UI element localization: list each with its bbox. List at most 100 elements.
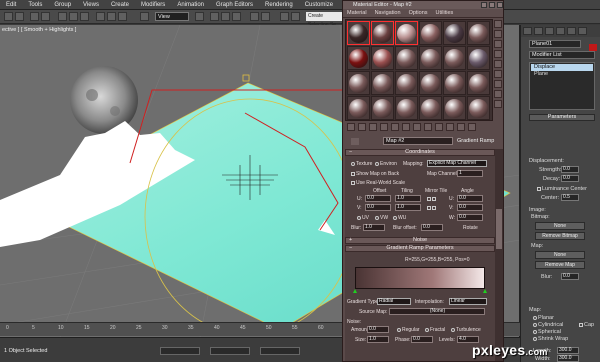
checkbox-box[interactable] xyxy=(432,205,436,210)
stack-item-plane[interactable]: Plane xyxy=(531,71,593,78)
map-name-field[interactable]: Map #2 xyxy=(383,137,453,145)
luminance-center-checkbox[interactable]: Luminance Center xyxy=(537,186,587,192)
create-tab-icon[interactable] xyxy=(523,27,532,35)
w-angle-spinner[interactable]: 0.0 xyxy=(457,214,483,221)
display-tab-icon[interactable] xyxy=(567,27,576,35)
menu-item[interactable]: Modifiers xyxy=(135,2,171,8)
align-icon[interactable] xyxy=(261,12,270,21)
reset-map-icon[interactable] xyxy=(380,123,388,131)
menu-item[interactable]: Create xyxy=(105,2,135,8)
uv-radio[interactable]: UV xyxy=(357,215,369,221)
y-coordinate-field[interactable] xyxy=(210,347,250,355)
u-mirror-checkbox[interactable] xyxy=(427,196,437,202)
put-to-library-icon[interactable] xyxy=(413,123,421,131)
material-navigator-icon[interactable] xyxy=(494,100,502,108)
use-real-world-scale-checkbox[interactable]: Use Real-World Scale xyxy=(351,180,405,186)
map-channel-spinner[interactable]: 1 xyxy=(457,170,483,177)
map-none-button[interactable]: None xyxy=(535,251,585,259)
sample-slot[interactable] xyxy=(395,21,418,45)
menu-item[interactable]: Views xyxy=(77,2,105,8)
modify-tab-icon[interactable] xyxy=(534,27,543,35)
go-forward-sibling-icon[interactable] xyxy=(468,123,476,131)
sample-slot[interactable] xyxy=(419,21,442,45)
maximize-icon[interactable] xyxy=(489,2,495,8)
pick-material-icon[interactable] xyxy=(351,138,359,145)
me-menu-item[interactable]: Material xyxy=(343,10,371,16)
go-to-parent-icon[interactable] xyxy=(457,123,465,131)
sample-slot[interactable] xyxy=(347,71,370,95)
cap-checkbox[interactable]: Cap xyxy=(579,322,594,328)
checkbox-box[interactable] xyxy=(579,322,583,327)
radio-dot[interactable] xyxy=(533,315,537,320)
sample-slot[interactable] xyxy=(467,96,490,120)
size-spinner[interactable]: 1.0 xyxy=(367,336,389,343)
sample-slot[interactable] xyxy=(467,21,490,45)
show-end-result-icon[interactable] xyxy=(446,123,454,131)
menu-item[interactable]: Group xyxy=(48,2,77,8)
material-editor-titlebar[interactable]: Material Editor - Map #2 xyxy=(343,1,503,9)
reference-coord-icon[interactable] xyxy=(140,12,149,21)
wu-radio[interactable]: WU xyxy=(393,215,406,221)
sample-type-icon[interactable] xyxy=(494,20,502,28)
radio-dot[interactable] xyxy=(533,336,537,341)
modifier-list-dropdown[interactable]: Modifier List xyxy=(529,51,595,59)
blur-spinner[interactable]: 0.0 xyxy=(561,273,579,280)
sample-slot[interactable] xyxy=(371,71,394,95)
select-by-name-icon[interactable] xyxy=(69,12,78,21)
put-to-scene-icon[interactable] xyxy=(358,123,366,131)
remove-map-button[interactable]: Remove Map xyxy=(535,261,585,269)
menu-item[interactable]: Graph Editors xyxy=(210,2,259,8)
radio-dot[interactable] xyxy=(533,329,537,334)
hierarchy-tab-icon[interactable] xyxy=(545,27,554,35)
object-name-field[interactable]: Plane01 xyxy=(529,40,581,48)
make-unique-icon[interactable] xyxy=(402,123,410,131)
checkbox-box[interactable] xyxy=(427,205,431,210)
rotate-icon[interactable] xyxy=(107,12,116,21)
gradient-ramp-bar[interactable] xyxy=(355,267,485,289)
minimize-icon[interactable] xyxy=(481,2,487,8)
checkbox-box[interactable] xyxy=(351,180,355,185)
source-map-button[interactable]: (None) xyxy=(389,308,485,315)
bitmap-none-button[interactable]: None xyxy=(535,222,585,230)
radio-dot[interactable] xyxy=(393,215,397,220)
gradient-type-dropdown[interactable]: Radial xyxy=(377,298,411,305)
v-tiling-spinner[interactable]: 1.0 xyxy=(395,204,421,211)
blur-offset-spinner[interactable]: 0.0 xyxy=(421,224,443,231)
phase-spinner[interactable]: 0.0 xyxy=(411,336,433,343)
region-select-icon[interactable] xyxy=(80,12,89,21)
assign-material-icon[interactable] xyxy=(369,123,377,131)
center-spinner[interactable]: 0.5 xyxy=(561,194,579,201)
redo-icon[interactable] xyxy=(15,12,24,21)
sample-slot[interactable] xyxy=(419,46,442,70)
menu-item[interactable]: Tools xyxy=(22,2,48,8)
show-map-on-back-checkbox[interactable]: Show Map on Back xyxy=(351,171,399,177)
sample-slot[interactable] xyxy=(467,46,490,70)
utilities-tab-icon[interactable] xyxy=(578,27,587,35)
me-menu-item[interactable]: Utilities xyxy=(432,10,458,16)
me-menu-item[interactable]: Navigation xyxy=(371,10,405,16)
planar-radio[interactable]: Planar xyxy=(533,315,554,321)
sample-slot[interactable] xyxy=(419,71,442,95)
sample-slot[interactable] xyxy=(371,96,394,120)
close-icon[interactable] xyxy=(497,2,503,8)
remove-bitmap-button[interactable]: Remove Bitmap xyxy=(535,232,585,240)
radio-dot[interactable] xyxy=(397,327,401,332)
curve-editor-icon[interactable] xyxy=(291,12,300,21)
regular-radio[interactable]: Regular xyxy=(397,327,420,333)
material-id-icon[interactable] xyxy=(424,123,432,131)
sample-slot[interactable] xyxy=(371,21,394,45)
select-icon[interactable] xyxy=(58,12,67,21)
checkbox-box[interactable] xyxy=(432,196,436,201)
sample-slot[interactable] xyxy=(419,96,442,120)
decay-spinner[interactable]: 0.0 xyxy=(561,175,579,182)
sample-slot[interactable] xyxy=(443,21,466,45)
texture-radio[interactable]: Texture xyxy=(351,161,372,167)
scale-icon[interactable] xyxy=(118,12,127,21)
percent-snap-icon[interactable] xyxy=(232,12,241,21)
select-by-material-icon[interactable] xyxy=(494,90,502,98)
v-angle-spinner[interactable]: 0.0 xyxy=(457,204,483,211)
gradient-ramp-rollout[interactable]: Gradient Ramp Parameters xyxy=(345,245,495,252)
ramp-flag-start-icon[interactable] xyxy=(353,289,357,293)
move-icon[interactable] xyxy=(96,12,105,21)
angle-snap-icon[interactable] xyxy=(221,12,230,21)
